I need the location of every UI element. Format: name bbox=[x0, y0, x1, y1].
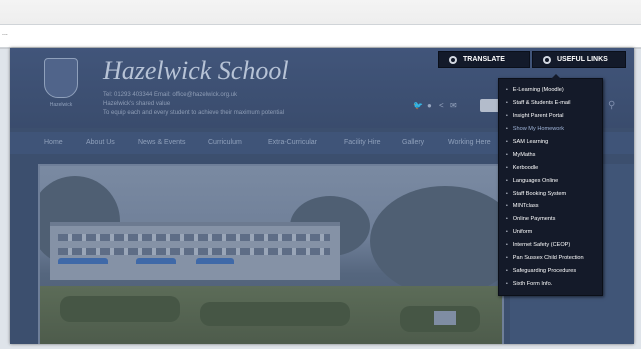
link-label: Show My Homework bbox=[512, 126, 565, 133]
bullet-icon: • bbox=[506, 139, 508, 145]
nav-item-gallery[interactable]: Gallery bbox=[402, 139, 424, 146]
link-kerboodle[interactable]: • Kerboodle bbox=[499, 161, 602, 174]
link-label: Internet Safety (CEOP) bbox=[512, 242, 571, 249]
link-pan-sussex-child-protection[interactable]: • Pan Sussex Child Protection bbox=[499, 252, 602, 265]
tree bbox=[370, 186, 502, 296]
shared-value-text: To equip each and every student to achie… bbox=[103, 110, 285, 116]
link-label: Safeguarding Procedures bbox=[512, 267, 577, 274]
globe-icon bbox=[449, 55, 457, 64]
bullet-icon: • bbox=[506, 203, 508, 210]
bullet-icon: • bbox=[506, 126, 508, 133]
link-label: SAM Learning bbox=[512, 139, 549, 145]
bullet-icon: • bbox=[506, 113, 508, 120]
hedge bbox=[60, 296, 180, 322]
link-label: Uniform bbox=[512, 229, 533, 236]
awning bbox=[196, 258, 234, 264]
link-staff-students-email[interactable]: • Staff & Students E-mail bbox=[499, 97, 602, 110]
bullet-icon: • bbox=[506, 87, 508, 94]
link-internet-safety[interactable]: • Internet Safety (CEOP) bbox=[499, 239, 602, 252]
link-label: E-Learning (Moodle) bbox=[512, 87, 564, 94]
link-staff-booking-system[interactable]: • Staff Booking System bbox=[499, 187, 602, 200]
link-label: Languages Online bbox=[512, 177, 559, 184]
share-icon[interactable]: < bbox=[439, 101, 444, 110]
link-safeguarding-procedures[interactable]: • Safeguarding Procedures bbox=[499, 264, 602, 277]
hedge bbox=[200, 302, 350, 326]
nav-item-working-here[interactable]: Working Here bbox=[448, 139, 491, 146]
school-crest-icon[interactable] bbox=[44, 58, 78, 98]
link-sam-learning[interactable]: • SAM Learning bbox=[499, 136, 602, 149]
bullet-icon: • bbox=[506, 229, 508, 236]
nav-item-facility-hire[interactable]: Facility Hire bbox=[344, 139, 381, 146]
bullet-icon: • bbox=[506, 100, 508, 107]
awning bbox=[58, 258, 108, 264]
link-mymaths[interactable]: • MyMaths bbox=[499, 148, 602, 161]
link-mintclass[interactable]: • MINTclass bbox=[499, 200, 602, 213]
crest-caption: Hazelwick bbox=[49, 102, 73, 108]
dropdown-arrow bbox=[551, 74, 561, 79]
link-label: Insight Parent Portal bbox=[512, 113, 564, 120]
link-icon bbox=[543, 55, 551, 64]
nav-item-news-events[interactable]: News & Events bbox=[138, 139, 185, 146]
link-online-payments[interactable]: • Online Payments bbox=[499, 213, 602, 226]
bullet-icon: • bbox=[506, 190, 508, 197]
building-windows bbox=[58, 248, 330, 255]
link-label: Staff & Students E-mail bbox=[512, 100, 571, 107]
link-insight-parent-portal[interactable]: • Insight Parent Portal bbox=[499, 110, 602, 123]
useful-links-button[interactable]: USEFUL LINKS bbox=[532, 51, 626, 68]
search-icon[interactable]: ⚲ bbox=[608, 100, 615, 111]
nav-item-extra-curricular[interactable]: Extra-Curricular bbox=[268, 139, 317, 146]
bullet-icon: • bbox=[506, 216, 508, 223]
nav-item-curriculum[interactable]: Curriculum bbox=[208, 139, 242, 146]
bullet-icon: • bbox=[506, 242, 508, 249]
link-label: Pan Sussex Child Protection bbox=[512, 255, 584, 262]
link-label: Staff Booking System bbox=[512, 190, 567, 197]
nav-item-about-us[interactable]: About Us bbox=[86, 139, 115, 146]
address-bar[interactable]: ... bbox=[0, 24, 641, 48]
website-viewport: Hazelwick Hazelwick School Tel: 01293 40… bbox=[10, 48, 634, 344]
bullet-icon: • bbox=[506, 177, 508, 184]
building-windows bbox=[58, 234, 330, 241]
link-label: MyMaths bbox=[512, 151, 536, 158]
link-show-my-homework[interactable]: • Show My Homework bbox=[499, 123, 602, 136]
link-sixth-form-info[interactable]: • Sixth Form Info. bbox=[499, 277, 602, 290]
mail-icon[interactable]: ✉ bbox=[450, 101, 457, 110]
translate-label: TRANSLATE bbox=[463, 56, 505, 63]
bullet-icon: • bbox=[506, 151, 508, 158]
bullet-icon: • bbox=[506, 280, 508, 287]
link-uniform[interactable]: • Uniform bbox=[499, 226, 602, 239]
link-label: MINTclass bbox=[512, 203, 539, 210]
useful-links-dropdown: • E-Learning (Moodle) • Staff & Students E… bbox=[498, 74, 603, 296]
school-name[interactable]: Hazelwick School bbox=[103, 56, 289, 86]
social-icon[interactable]: ● bbox=[427, 101, 432, 110]
shared-value-heading: Hazelwick's shared value bbox=[103, 101, 171, 107]
awning bbox=[136, 258, 176, 264]
school-photo bbox=[38, 164, 504, 344]
contact-details: Tel: 01293 403344 Email: office@hazelwic… bbox=[103, 92, 238, 98]
link-label: Kerboodle bbox=[512, 164, 539, 171]
link-label: Sixth Form Info. bbox=[512, 280, 553, 287]
bullet-icon: • bbox=[506, 255, 508, 262]
school-sign bbox=[434, 311, 456, 325]
twitter-icon[interactable]: 🐦 bbox=[413, 101, 423, 110]
address-text: ... bbox=[2, 30, 8, 37]
bullet-icon: • bbox=[506, 164, 508, 171]
useful-links-label: USEFUL LINKS bbox=[557, 56, 608, 63]
link-e-learning[interactable]: • E-Learning (Moodle) bbox=[499, 84, 602, 97]
link-label: Online Payments bbox=[512, 216, 556, 223]
nav-item-home[interactable]: Home bbox=[44, 139, 63, 146]
link-languages-online[interactable]: • Languages Online bbox=[499, 174, 602, 187]
bullet-icon: • bbox=[506, 267, 508, 274]
translate-button[interactable]: TRANSLATE bbox=[438, 51, 530, 68]
